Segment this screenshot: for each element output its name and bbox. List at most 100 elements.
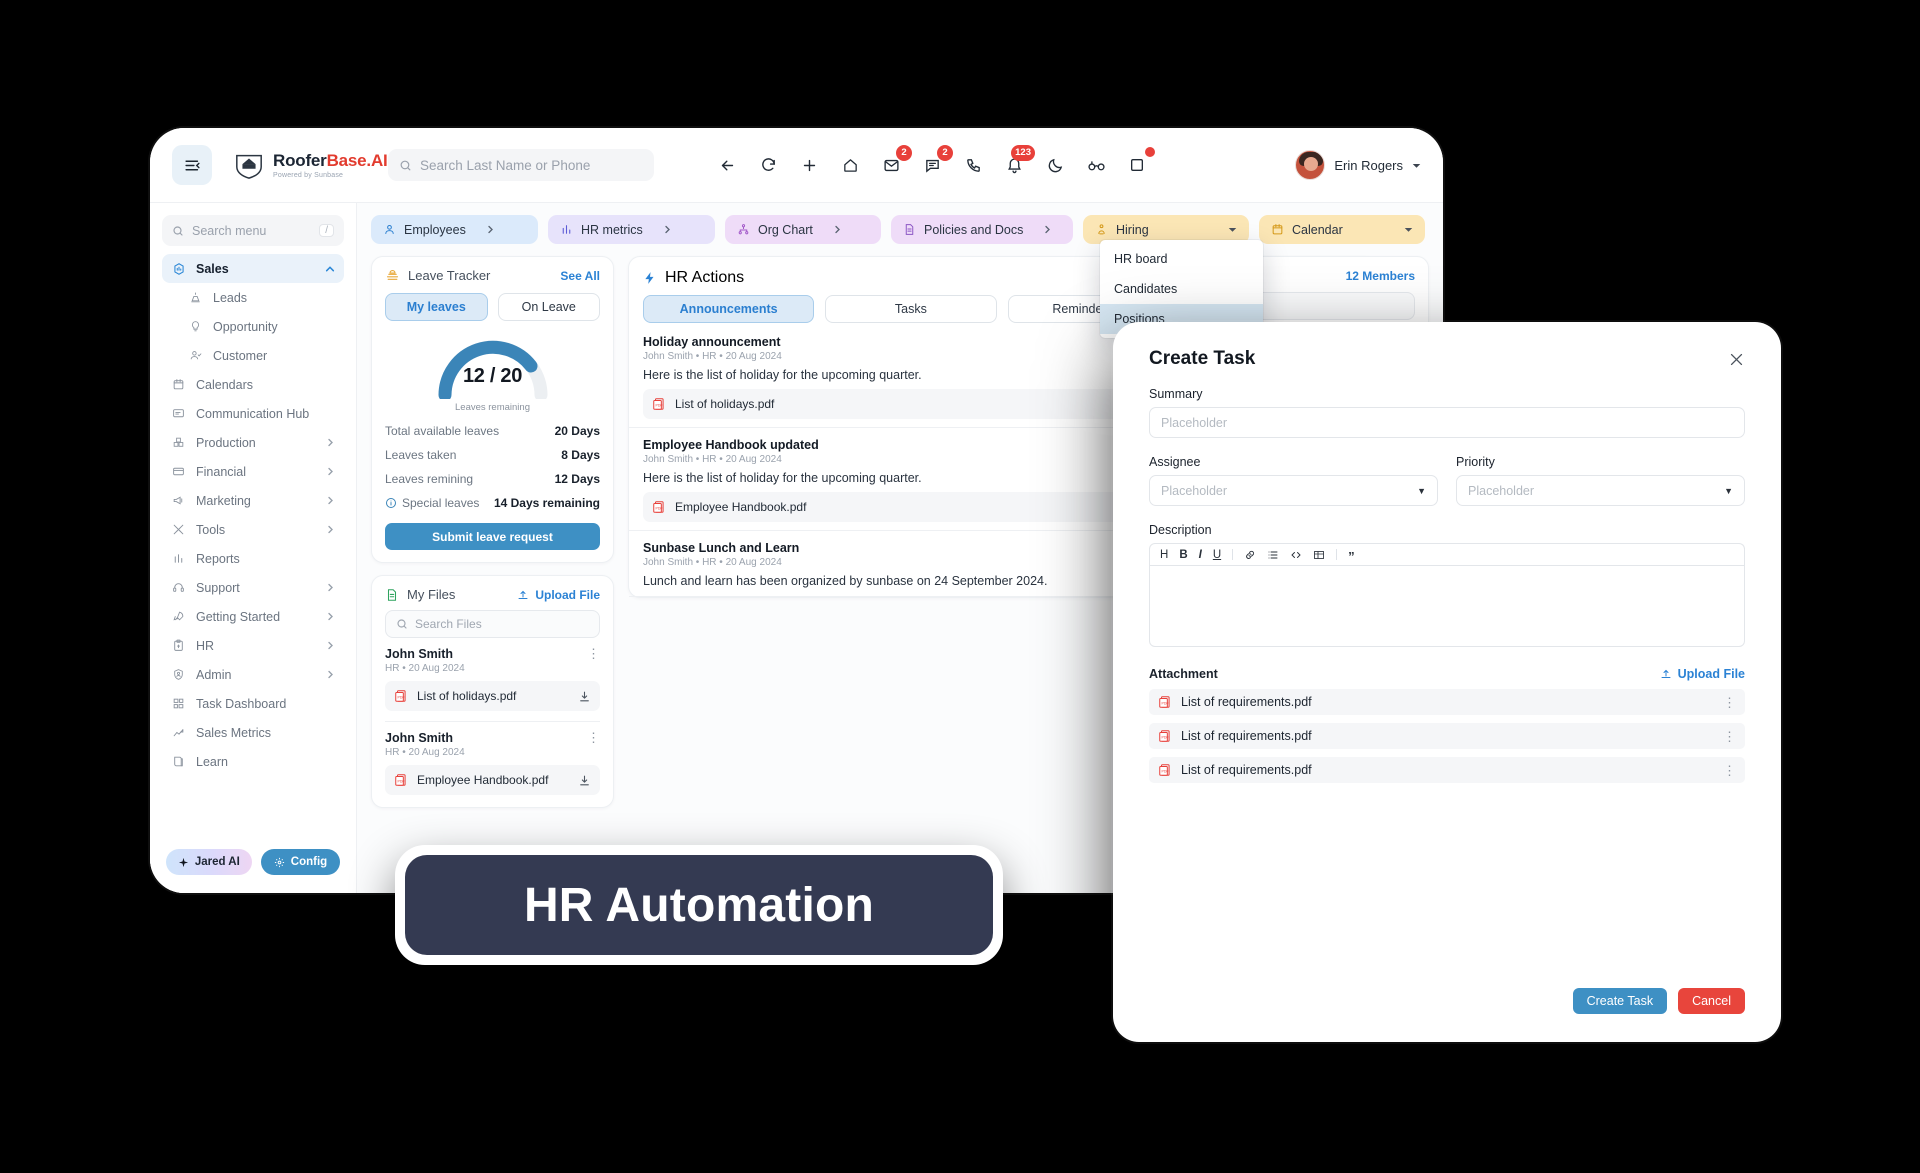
description-textarea[interactable]	[1149, 565, 1745, 647]
tab-hr-metrics[interactable]: HR metrics	[548, 215, 715, 244]
upload-file-button[interactable]: Upload File	[517, 588, 600, 602]
user-menu[interactable]: Erin Rogers	[1277, 150, 1421, 180]
hr-actions-title: HR Actions	[665, 268, 745, 286]
create-task-button[interactable]: Create Task	[1572, 988, 1668, 1014]
segment-on-leave[interactable]: On Leave	[497, 293, 600, 321]
bold-tool[interactable]: B	[1179, 549, 1187, 561]
hr-tab-announcements[interactable]: Announcements	[643, 295, 815, 323]
chevron-right-icon	[326, 670, 335, 679]
window-icon[interactable]	[1120, 147, 1155, 182]
cancel-button[interactable]: Cancel	[1678, 988, 1745, 1014]
file-row[interactable]: PDF Employee Handbook.pdf	[385, 765, 600, 795]
submit-leave-request-button[interactable]: Submit leave request	[385, 523, 600, 550]
tab-org-chart[interactable]: Org Chart	[725, 215, 881, 244]
assignee-select[interactable]: Placeholder ▼	[1149, 475, 1438, 506]
sidebar-item-tools[interactable]: Tools	[162, 515, 344, 544]
sidebar-item-sales-metrics[interactable]: Sales Metrics	[162, 718, 344, 747]
priority-select[interactable]: Placeholder ▼	[1456, 475, 1745, 506]
italic-tool[interactable]: I	[1199, 549, 1202, 561]
jared-ai-button[interactable]: Jared AI	[165, 849, 252, 875]
mail-icon[interactable]: 2	[874, 145, 912, 182]
sidebar-item-task-dashboard[interactable]: Task Dashboard	[162, 689, 344, 718]
chevron-right-icon	[326, 612, 335, 621]
attachment-row[interactable]: PDF List of requirements.pdf ⋮	[1149, 757, 1745, 783]
gauge-value: 12 / 20	[462, 365, 523, 387]
sidebar-item-marketing[interactable]: Marketing	[162, 486, 344, 515]
description-label: Description	[1149, 523, 1212, 537]
info-icon[interactable]	[385, 497, 397, 509]
sidebar-item-financial[interactable]: Financial	[162, 457, 344, 486]
bell-icon[interactable]: 123	[997, 145, 1035, 182]
leave-tracker-header: Leave Tracker See All	[372, 257, 613, 289]
attachment-menu-icon[interactable]: ⋮	[1723, 730, 1736, 743]
priority-placeholder: Placeholder	[1468, 483, 1535, 498]
sidebar-item-admin[interactable]: Admin	[162, 660, 344, 689]
sidebar-item-customer[interactable]: Customer	[162, 341, 344, 370]
org-icon	[737, 223, 750, 236]
home-icon[interactable]	[833, 148, 867, 182]
tab-calendar[interactable]: Calendar	[1259, 215, 1425, 244]
plus-icon[interactable]	[792, 148, 826, 182]
refresh-icon[interactable]	[751, 148, 785, 182]
file-group-menu-icon[interactable]: ⋮	[587, 647, 600, 660]
sidebar-item-getting-started[interactable]: Getting Started	[162, 602, 344, 631]
svg-text:PDF: PDF	[1162, 769, 1169, 773]
moon-icon[interactable]	[1038, 148, 1072, 182]
segment-my-leaves[interactable]: My leaves	[385, 293, 488, 321]
brand-name-accent: Base.AI	[326, 150, 388, 170]
global-search-input[interactable]: Search Last Name or Phone	[388, 149, 654, 181]
attachment-header: Attachment Upload File	[1149, 667, 1745, 681]
sidebar-item-opportunity[interactable]: Opportunity	[162, 312, 344, 341]
search-icon	[400, 160, 411, 170]
see-all-link[interactable]: See All	[560, 269, 600, 283]
sidebar-toggle-icon[interactable]	[172, 145, 212, 185]
sidebar-item-communication-hub[interactable]: Communication Hub	[162, 399, 344, 428]
attachment-label: Attachment	[1149, 667, 1218, 681]
leave-tracker-title: Leave Tracker	[408, 268, 491, 283]
sidebar-item-leads[interactable]: Leads	[162, 283, 344, 312]
files-search-input[interactable]: Search Files	[385, 610, 600, 638]
leave-tracker-icon	[385, 268, 400, 283]
config-button[interactable]: Config	[260, 849, 341, 875]
table-icon[interactable]	[1313, 549, 1325, 561]
tools-icon	[171, 522, 186, 537]
underline-tool[interactable]: U	[1213, 549, 1221, 561]
heading-tool[interactable]: H	[1160, 549, 1168, 561]
app-logo[interactable]: RooferBase.AI Powered by Sunbase	[234, 150, 388, 180]
sidebar-search-input[interactable]: Search menu /	[162, 215, 344, 246]
tab-policies-and-docs[interactable]: Policies and Docs	[891, 215, 1073, 244]
link-icon[interactable]	[1244, 549, 1256, 561]
dropdown-item-hr-board[interactable]: HR board	[1100, 244, 1263, 274]
members-count[interactable]: 12 Members	[1346, 269, 1415, 283]
download-icon[interactable]	[578, 774, 591, 787]
hr-tab-tasks[interactable]: Tasks	[825, 295, 997, 323]
sidebar-item-production[interactable]: Production	[162, 428, 344, 457]
phone-icon[interactable]	[956, 148, 990, 182]
close-icon[interactable]	[1728, 351, 1745, 368]
sidebar-item-reports[interactable]: Reports	[162, 544, 344, 573]
back-icon[interactable]	[710, 148, 744, 182]
sidebar-item-learn[interactable]: Learn	[162, 747, 344, 776]
sidebar-item-calendars[interactable]: Calendars	[162, 370, 344, 399]
stat-row: Special leaves 14 Days remaining	[372, 491, 613, 515]
logo-text: RooferBase.AI Powered by Sunbase	[273, 152, 388, 179]
sidebar-item-hr[interactable]: HR	[162, 631, 344, 660]
attachment-menu-icon[interactable]: ⋮	[1723, 764, 1736, 777]
tab-employees[interactable]: Employees	[371, 215, 538, 244]
file-group-menu-icon[interactable]: ⋮	[587, 731, 600, 744]
download-icon[interactable]	[578, 690, 591, 703]
attachment-row[interactable]: PDF List of requirements.pdf ⋮	[1149, 689, 1745, 715]
dropdown-item-candidates[interactable]: Candidates	[1100, 274, 1263, 304]
chat-icon[interactable]: 2	[915, 145, 953, 182]
attachment-menu-icon[interactable]: ⋮	[1723, 696, 1736, 709]
attachment-row[interactable]: PDF List of requirements.pdf ⋮	[1149, 723, 1745, 749]
sidebar-item-sales[interactable]: Sales	[162, 254, 344, 283]
modal-upload-file-button[interactable]: Upload File	[1660, 667, 1745, 681]
upload-file-label: Upload File	[535, 587, 600, 602]
summary-input[interactable]: Placeholder	[1149, 407, 1745, 438]
code-icon[interactable]	[1290, 549, 1302, 561]
glasses-icon[interactable]	[1079, 148, 1113, 182]
list-icon[interactable]	[1267, 549, 1279, 561]
file-row[interactable]: PDF List of holidays.pdf	[385, 681, 600, 711]
sidebar-item-support[interactable]: Support	[162, 573, 344, 602]
